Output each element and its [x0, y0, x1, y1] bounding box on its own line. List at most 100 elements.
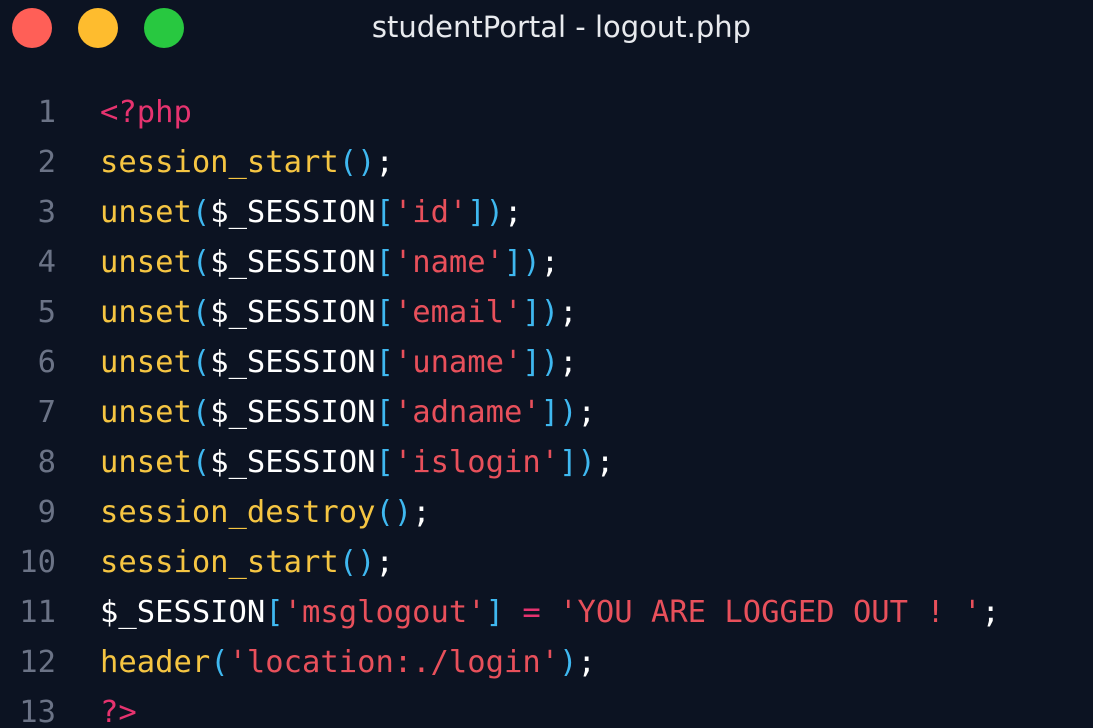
line-number: 10 [19, 545, 56, 580]
code-line: 5 unset($_SESSION['email']); [0, 288, 1093, 338]
code-token-default: $_SESSION [210, 345, 376, 380]
code-token-paren: ]) [559, 445, 596, 480]
code-token-paren: ( [191, 395, 211, 430]
code-token-string: 'islogin' [393, 445, 560, 480]
code-token-paren: ( [210, 645, 229, 680]
code-token-function: header [100, 645, 211, 680]
code-token-default: ; [577, 645, 596, 680]
code-token-paren: ]) [540, 395, 578, 430]
code-text: $_SESSION['msglogout'] = 'YOU ARE LOGGED… [100, 588, 1000, 638]
code-token-default: ; [375, 145, 394, 180]
window-title: studentPortal - logout.php [0, 10, 1093, 44]
code-token-function: unset [100, 345, 192, 380]
code-token-default: $_SESSION [210, 295, 376, 330]
code-line: 12 header('location:./login'); [0, 638, 1093, 688]
code-token-default: $_SESSION [210, 445, 376, 480]
code-token-default: ; [504, 195, 523, 230]
code-token-paren: [ [375, 345, 394, 380]
code-token-default: $_SESSION [210, 245, 376, 280]
code-text: unset($_SESSION['name']); [100, 238, 559, 288]
window-title-text: studentPortal - logout.php [371, 10, 752, 44]
code-text: unset($_SESSION['uname']); [100, 338, 578, 388]
code-line: 10 session_start(); [0, 538, 1093, 588]
code-token-function: session_start [100, 545, 339, 580]
code-token-paren: [ [265, 595, 284, 630]
code-window: studentPortal - logout.php 1 <?php 2 sessio… [0, 0, 1093, 728]
code-token-paren: [ [375, 245, 394, 280]
line-number: 1 [37, 95, 56, 130]
code-token-string: 'uname' [393, 345, 523, 380]
code-token-default: ; [559, 345, 578, 380]
code-token-paren: [ [375, 395, 394, 430]
code-text: ?> [100, 688, 137, 728]
code-token-paren: () [375, 495, 413, 530]
code-text: unset($_SESSION['adname']); [100, 388, 596, 438]
line-number: 4 [37, 245, 56, 280]
title-bar: studentPortal - logout.php [0, 0, 1093, 60]
code-line: 8 unset($_SESSION['islogin']); [0, 438, 1093, 488]
code-token-default: ; [577, 395, 596, 430]
code-token-paren: [ [375, 195, 394, 230]
code-token-paren: () [338, 145, 376, 180]
code-token-string: 'msglogout' [283, 595, 486, 630]
line-number: 13 [19, 695, 56, 728]
line-number: 9 [37, 495, 56, 530]
line-number: 11 [19, 595, 56, 630]
code-line: 9 session_destroy(); [0, 488, 1093, 538]
code-text: header('location:./login'); [100, 638, 596, 688]
line-number: 7 [37, 395, 56, 430]
code-token-operator: = [522, 595, 541, 630]
code-token-paren: [ [375, 295, 394, 330]
code-token-paren: ]) [504, 245, 541, 280]
code-token-default: ; [540, 245, 560, 280]
code-token-string: 'name' [393, 245, 505, 280]
code-line: 1 <?php [0, 88, 1093, 138]
code-token-paren: ( [191, 345, 211, 380]
code-token-function: unset [100, 395, 192, 430]
code-token-default: ; [412, 495, 431, 530]
code-token-default: $_SESSION [100, 595, 266, 630]
code-token-paren: ]) [467, 195, 505, 230]
line-number: 12 [19, 645, 56, 680]
code-token-default: ; [595, 445, 615, 480]
code-token-paren: ] [485, 595, 505, 630]
code-token-string: 'email' [393, 295, 523, 330]
code-token-paren: () [338, 545, 376, 580]
code-token-function: session_destroy [100, 495, 376, 530]
code-token-default: ; [375, 545, 394, 580]
code-token-function: unset [100, 245, 192, 280]
code-text: unset($_SESSION['islogin']); [100, 438, 614, 488]
code-text: session_destroy(); [100, 488, 431, 538]
line-number: 5 [37, 295, 56, 330]
code-line: 3 unset($_SESSION['id']); [0, 188, 1093, 238]
code-token-paren: [ [375, 445, 394, 480]
code-token-default: $_SESSION [210, 395, 376, 430]
code-token-default [504, 595, 522, 630]
code-editor: 1 <?php 2 session_start(); 3 unset($_SESSION[… [0, 88, 1093, 728]
code-line: 2 session_start(); [0, 138, 1093, 188]
code-token-default [541, 595, 559, 630]
code-token-string: 'location:./login' [228, 645, 560, 680]
code-line: 11 $_SESSION['msglogout'] = 'YOU ARE LOGG… [0, 588, 1093, 638]
code-text: session_start(); [100, 138, 394, 188]
code-token-paren: ( [191, 295, 211, 330]
code-token-string: 'YOU ARE LOGGED OUT ! ' [559, 595, 982, 630]
code-text: unset($_SESSION['email']); [100, 288, 578, 338]
code-token-default: $_SESSION [210, 195, 376, 230]
code-line: 4 unset($_SESSION['name']); [0, 238, 1093, 288]
code-text: unset($_SESSION['id']); [100, 188, 522, 238]
code-token-function: unset [100, 295, 192, 330]
code-token-function: unset [100, 195, 192, 230]
code-token-tag: ?> [100, 695, 137, 728]
code-token-paren: ) [559, 645, 578, 680]
code-token-paren: ( [191, 245, 211, 280]
code-token-string: 'adname' [393, 395, 541, 430]
line-number: 8 [37, 445, 56, 480]
code-token-paren: ]) [522, 295, 560, 330]
code-token-default: ; [559, 295, 578, 330]
code-token-paren: ]) [522, 345, 560, 380]
code-line: 13 ?> [0, 688, 1093, 728]
code-token-function: session_start [100, 145, 339, 180]
line-number: 2 [37, 145, 56, 180]
code-line: 6 unset($_SESSION['uname']); [0, 338, 1093, 388]
